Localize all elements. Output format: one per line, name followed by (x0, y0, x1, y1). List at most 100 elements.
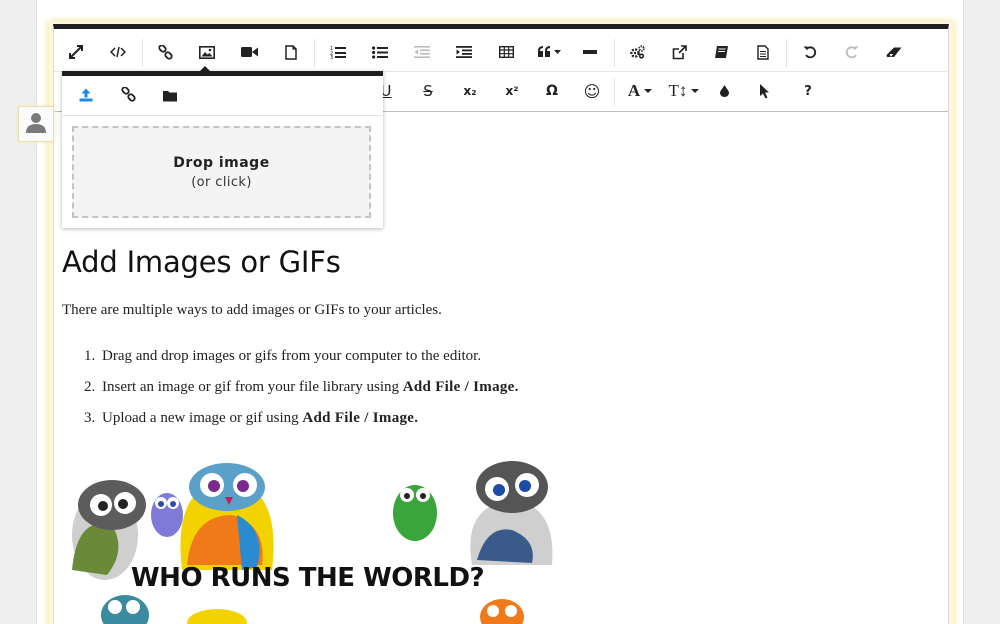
superscript-icon: x² (505, 84, 519, 98)
font-color-icon: A (627, 81, 641, 100)
toolbar-row-1: 123 (54, 33, 948, 71)
settings-button[interactable] (617, 33, 657, 71)
file-icon (285, 44, 297, 60)
redo-icon (845, 45, 859, 59)
indent-icon (456, 46, 472, 58)
drop-zone-title: Drop image (173, 154, 270, 171)
list-item: 3. Upload a new image or gif using Add Fi… (84, 410, 519, 441)
article-intro: There are multiple ways to add images or… (62, 302, 442, 318)
eraser-icon (886, 47, 902, 58)
toolbar-separator (614, 39, 615, 67)
subscript-icon: x₂ (463, 84, 477, 98)
owl-orange-center (180, 463, 274, 570)
subscript-button[interactable]: x₂ (450, 72, 490, 110)
list-item: 1. Drag and drop images or gifs from your… (84, 348, 519, 379)
unordered-list-icon (372, 45, 388, 59)
fullscreen-button[interactable] (56, 33, 96, 71)
insert-link-button[interactable] (145, 33, 185, 71)
external-link-icon (672, 44, 687, 60)
list-item-text: Insert an image or gif from your file li… (102, 379, 403, 395)
toolbar-separator (142, 39, 143, 67)
chevron-down-icon (644, 89, 653, 93)
toolbar-separator (314, 39, 315, 67)
owl-blue-right (470, 461, 553, 565)
help-icon: ? (804, 83, 812, 99)
article-body[interactable]: Add Images or GIFs There are multiple wa… (62, 240, 932, 426)
emoticons-button[interactable]: ☺ (572, 72, 612, 110)
settings-icon (629, 45, 645, 59)
list-item: 2. Insert an image or gif from your file … (84, 379, 519, 410)
tab-image-manager[interactable] (148, 76, 192, 116)
chevron-down-icon (691, 89, 700, 93)
owl-illustration (72, 461, 553, 624)
horizontal-line-icon (583, 50, 597, 54)
list-item-bold-text: Add File / Image. (302, 410, 419, 426)
owl-teal-bottom (101, 595, 149, 624)
embedded-gif[interactable]: WHO RUNS THE WORLD? (67, 455, 567, 624)
cursor-icon (759, 83, 771, 99)
redo-button[interactable] (832, 33, 872, 71)
smiley-icon: ☺ (583, 81, 601, 101)
owl-orange-bottom (480, 599, 524, 624)
insert-video-button[interactable] (229, 33, 269, 71)
insert-file-button[interactable] (271, 33, 311, 71)
glossary-button[interactable] (701, 33, 741, 71)
table-icon (498, 46, 514, 58)
external-link-button[interactable] (659, 33, 699, 71)
outdent-icon (414, 46, 430, 58)
clear-formatting-button[interactable] (874, 33, 914, 71)
video-icon (240, 46, 258, 58)
quote-icon (538, 46, 562, 58)
list-item-number: 1. (84, 348, 96, 364)
upload-icon (79, 87, 93, 106)
strikethrough-icon: S (423, 82, 433, 100)
user-avatar-tab[interactable] (18, 106, 54, 142)
image-caption-text: WHO RUNS THE WORLD? (131, 563, 485, 593)
code-view-icon (110, 46, 126, 58)
list-item-number: 2. (84, 379, 96, 395)
undo-button[interactable] (790, 33, 830, 71)
horizontal-line-button[interactable] (570, 33, 610, 71)
toolbar-separator (786, 39, 787, 67)
ordered-list-icon: 123 (330, 45, 346, 59)
popup-tab-bar (62, 76, 383, 116)
image-icon (199, 45, 215, 59)
list-item-number: 3. (84, 410, 96, 426)
superscript-button[interactable]: x² (492, 72, 532, 110)
folder-icon (163, 87, 177, 106)
link-icon (120, 85, 136, 106)
indent-button[interactable] (444, 33, 484, 71)
special-characters-button[interactable]: Ω (532, 72, 572, 110)
quote-button[interactable] (530, 33, 570, 71)
list-item-text: Upload a new image or gif using (102, 410, 303, 426)
link-icon (157, 44, 173, 60)
tab-upload-image[interactable] (64, 76, 108, 116)
highlight-button[interactable] (704, 72, 744, 110)
select-button[interactable] (745, 72, 785, 110)
image-drop-zone[interactable]: Drop image (or click) (72, 126, 371, 218)
book-icon (714, 45, 729, 59)
droplet-icon (719, 85, 729, 97)
article-title: Add Images or GIFs (62, 245, 341, 279)
list-item-text: Drag and drop images or gifs from your c… (102, 348, 482, 364)
owl-purple-small (151, 493, 183, 537)
undo-icon (803, 45, 817, 59)
document-icon (757, 44, 769, 60)
list-item-bold-text: Add File / Image. (402, 379, 519, 395)
omega-icon: Ω (546, 83, 558, 99)
tab-image-by-url[interactable] (106, 76, 150, 116)
font-color-button[interactable]: A (620, 72, 660, 110)
strikethrough-button[interactable]: S (408, 72, 448, 110)
image-insert-popup: Drop image (or click) (62, 71, 383, 228)
outdent-button[interactable] (402, 33, 442, 71)
drop-zone-subtitle: (or click) (191, 174, 252, 190)
help-button[interactable]: ? (788, 72, 828, 110)
font-size-button[interactable]: T↕ (664, 72, 704, 110)
owl-yellow-bottom (187, 609, 247, 624)
code-view-button[interactable] (98, 33, 138, 71)
insert-table-button[interactable] (486, 33, 526, 71)
template-button[interactable] (743, 33, 783, 71)
steps-list: 1. Drag and drop images or gifs from your… (84, 348, 519, 441)
ordered-list-button[interactable]: 123 (318, 33, 358, 71)
unordered-list-button[interactable] (360, 33, 400, 71)
